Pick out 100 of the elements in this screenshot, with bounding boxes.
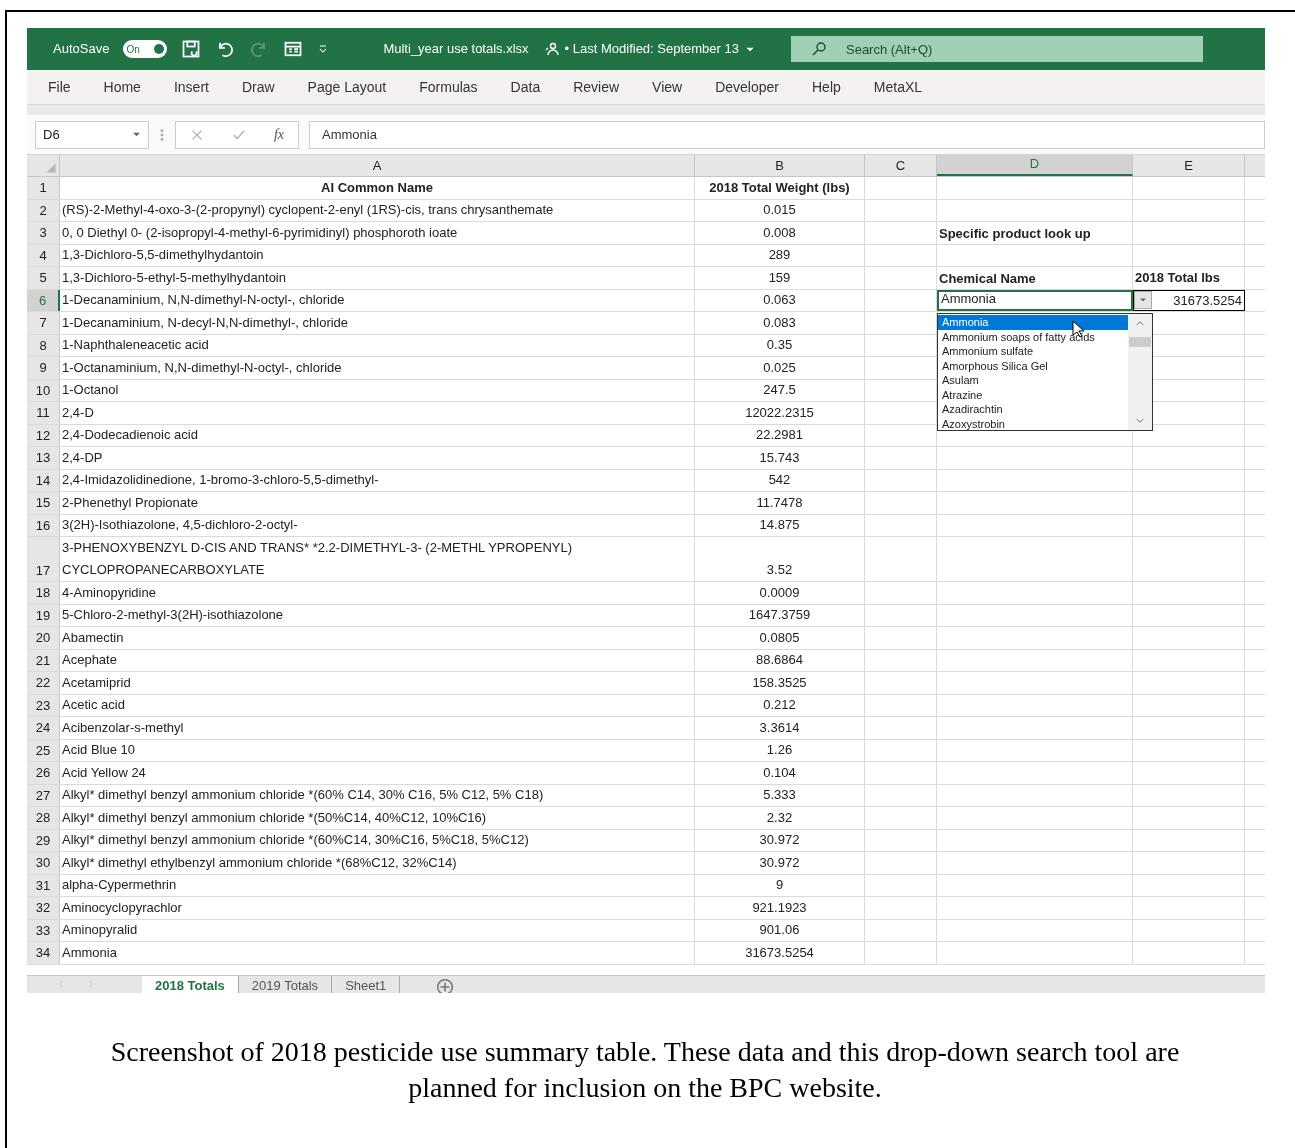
dropdown-item[interactable]: Ammonium soaps of fatty acids [938, 329, 1128, 344]
row-header[interactable]: 23 [27, 694, 60, 716]
row-header[interactable]: 8 [27, 334, 60, 356]
row-header[interactable]: 31 [27, 874, 60, 896]
menu-tab[interactable]: MetaXL [873, 76, 923, 98]
table-cell: Aminopyralid [60, 919, 695, 941]
menu-tab[interactable]: Draw [241, 76, 275, 98]
row-header[interactable]: 2 [27, 199, 60, 221]
table-cell: 2018 Total Weight (lbs) [695, 177, 865, 199]
row-header[interactable]: 32 [27, 897, 60, 919]
dropdown-item[interactable]: Azadirachtin [938, 402, 1128, 417]
table-cell: 2,4-D [60, 402, 695, 424]
menu-tab[interactable]: Home [103, 76, 141, 98]
sheet-tab[interactable]: 2018 Totals [142, 976, 239, 993]
row-header[interactable]: 21 [27, 649, 60, 671]
column-header[interactable]: A [60, 155, 695, 176]
table-cell: Specific product look up [937, 222, 1133, 244]
row-header[interactable]: 1 [27, 177, 60, 199]
chemical-input-cell[interactable]: Ammonia [937, 289, 1133, 311]
caption: Screenshot of 2018 pesticide use summary table. These data and this drop-down search tool are planned for inclusion on the BPC website. [109, 1035, 1181, 1105]
formula-input[interactable]: Ammonia [309, 120, 1265, 149]
search-field[interactable]: Search (Alt+Q) [791, 36, 1203, 62]
row-header[interactable]: 13 [27, 447, 60, 469]
row-header[interactable]: 16 [27, 514, 60, 536]
name-box[interactable]: D6 [35, 120, 149, 149]
table-cell: 3-PHENOXYBENZYL D-CIS AND TRANS* *2.2-DIMETHYL-3- (2-METHL YPROPENYL) CYCLOPROPANECARBOXYLATE [60, 537, 695, 581]
row-header[interactable]: 6 [27, 289, 60, 311]
sheet-tab[interactable]: 2019 Totals [238, 976, 333, 993]
menu-tab[interactable]: Help [812, 76, 841, 98]
table-cell: 1,3-Dichloro-5,5-dimethylhydantoin [60, 244, 695, 266]
table-cell: Chemical Name [937, 267, 1133, 289]
dropdown-item[interactable]: Azoxystrobin [938, 416, 1128, 431]
table-cell: 15.743 [695, 447, 865, 469]
row-header[interactable]: 26 [27, 762, 60, 784]
table-cell: 0.025 [695, 357, 865, 379]
menu-tab[interactable]: Data [510, 76, 541, 98]
dropdown-item[interactable]: Amorphous Silica Gel [938, 358, 1128, 373]
row-header[interactable]: 4 [27, 244, 60, 266]
row-header[interactable]: 18 [27, 582, 60, 604]
row-header[interactable]: 19 [27, 604, 60, 626]
row-header[interactable]: 14 [27, 469, 60, 491]
table-cell: 3.3614 [695, 717, 865, 739]
last-modified[interactable]: • Last Modified: September 13 [564, 39, 739, 59]
table-cell: 22.2981 [695, 424, 865, 446]
row-header[interactable]: 17 [27, 537, 60, 581]
table-cell: 88.6864 [695, 649, 865, 671]
menu-tab[interactable]: View [652, 76, 683, 98]
table-cell: 159 [695, 267, 865, 289]
table-cell: 5-Chloro-2-methyl-3(2H)-isothiazolone [60, 604, 695, 626]
row-header[interactable]: 15 [27, 492, 60, 514]
table-cell: 1-Decanaminium, N,N-dimethyl-N-octyl-, chloride [60, 289, 695, 311]
insert-function-button[interactable]: fx [273, 124, 284, 145]
row-header[interactable]: 27 [27, 784, 60, 806]
table-cell: Acid Yellow 24 [60, 762, 695, 784]
table-cell: AI Common Name [60, 177, 695, 199]
row-header[interactable]: 12 [27, 424, 60, 446]
menu-tab[interactable]: Page Layout [307, 76, 387, 98]
row-header[interactable]: 29 [27, 829, 60, 851]
table-cell: 30.972 [695, 829, 865, 851]
row-header[interactable]: 22 [27, 672, 60, 694]
table-cell: 2,4-Dodecadienoic acid [60, 424, 695, 446]
row-header[interactable]: 28 [27, 807, 60, 829]
row-header[interactable]: 9 [27, 357, 60, 379]
menu-tab[interactable]: File [48, 76, 71, 98]
total-cell: 31673.5254 [1133, 289, 1245, 311]
row-header[interactable]: 34 [27, 942, 60, 964]
row-header[interactable]: 7 [27, 312, 60, 334]
column-header[interactable]: B [695, 155, 865, 176]
row-header[interactable]: 30 [27, 852, 60, 874]
table-cell: 1,3-Dichloro-5-ethyl-5-methylhydantoin [60, 267, 695, 289]
table-cell: Abamectin [60, 627, 695, 649]
row-header[interactable]: 25 [27, 739, 60, 761]
menu-tab[interactable]: Insert [173, 76, 209, 98]
column-header[interactable]: E [1133, 155, 1245, 176]
table-cell: 247.5 [695, 379, 865, 401]
row-header[interactable]: 33 [27, 919, 60, 941]
menu-tab[interactable]: Formulas [419, 76, 478, 98]
column-header[interactable]: D [937, 155, 1133, 176]
row-header[interactable]: 3 [27, 222, 60, 244]
row-header[interactable]: 10 [27, 379, 60, 401]
autosave-toggle[interactable]: On [123, 40, 168, 58]
table-cell: 9 [695, 874, 865, 896]
menu-tab[interactable]: Developer [715, 76, 779, 98]
sheet-tab[interactable]: Sheet1 [332, 976, 401, 993]
table-cell: Aminocyclopyrachlor [60, 897, 695, 919]
dropdown-item[interactable]: Atrazine [938, 387, 1128, 402]
row-header[interactable]: 24 [27, 717, 60, 739]
dropdown-item[interactable]: Ammonia [938, 315, 1128, 330]
menu-tab[interactable]: Review [573, 76, 620, 98]
table-cell: 1-Decanaminium, N-decyl-N,N-dimethyl-, chloride [60, 312, 695, 334]
table-cell: 1-Octanaminium, N,N-dimethyl-N-octyl-, chloride [60, 357, 695, 379]
table-cell: 3(2H)-Isothiazolone, 4,5-dichloro-2-octyl- [60, 514, 695, 536]
row-header[interactable]: 20 [27, 627, 60, 649]
row-header[interactable]: 5 [27, 267, 60, 289]
row-header[interactable]: 11 [27, 402, 60, 424]
dropdown-item[interactable]: Asulam [938, 373, 1128, 388]
table-cell: 2-Phenethyl Propionate [60, 492, 695, 514]
dropdown-item[interactable]: Ammonium sulfate [938, 344, 1128, 359]
table-cell: Alkyl* dimethyl benzyl ammonium chloride *(60% C14, 30% C16, 5% C12, 5% C18) [60, 784, 695, 806]
table-cell: 11.7478 [695, 492, 865, 514]
